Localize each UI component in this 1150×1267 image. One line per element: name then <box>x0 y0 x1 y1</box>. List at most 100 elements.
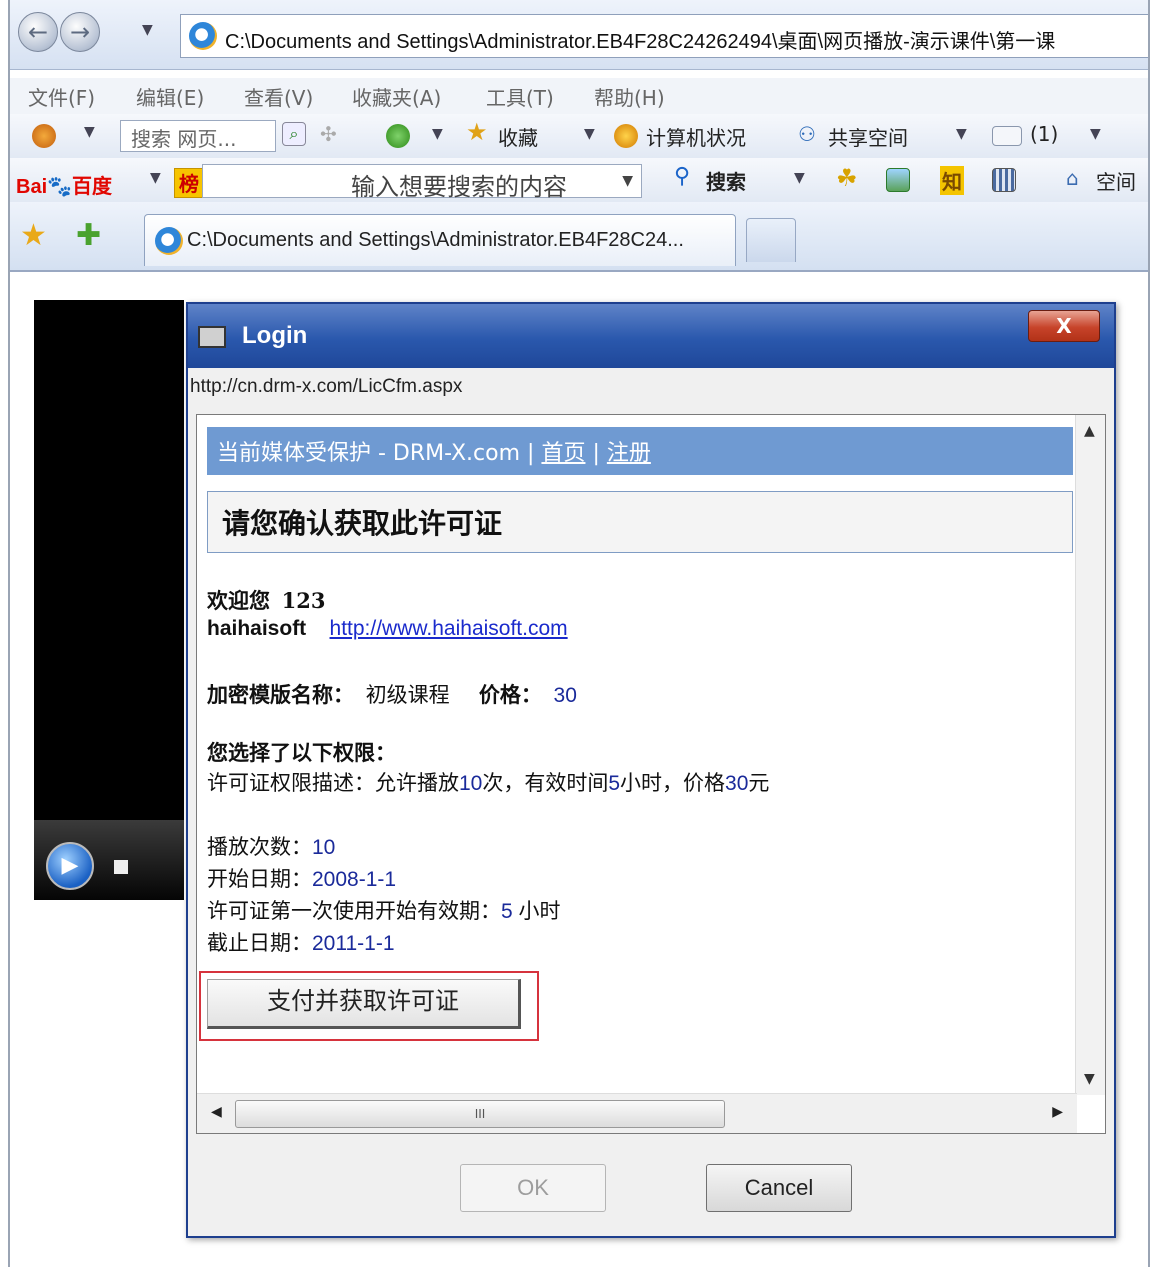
dialog-title: Login <box>242 322 308 349</box>
video-player: ▶ <box>34 300 184 900</box>
mail-dropdown-icon[interactable]: ▼ <box>1090 126 1101 142</box>
image-icon[interactable] <box>886 168 910 192</box>
mail-count: (1) <box>1030 122 1059 146</box>
rights-desc-e: 小时，价格 <box>620 772 726 795</box>
favorites-dropdown-icon[interactable]: ▼ <box>584 126 595 142</box>
page-nav-bar: 当前媒体受保护 - DRM-X.com | 首页 | 注册 <box>207 427 1073 475</box>
favorites-center-icon[interactable]: ★ <box>20 218 47 253</box>
tab-title: C:\Documents and Settings\Administrator.… <box>187 229 684 251</box>
baidu-logo[interactable]: Bai🐾百度 <box>16 170 112 199</box>
home-icon: ⌂ <box>1066 166 1079 190</box>
horizontal-scroll-thumb[interactable]: III <box>235 1100 725 1128</box>
pay-and-get-license-button[interactable]: 支付并获取许可证 <box>207 979 521 1029</box>
back-button[interactable]: ← <box>18 12 58 52</box>
toolbar-row-2: Bai🐾百度 ▼ 榜 输入想要搜索的内容 ▼ ⚲ 搜索 ▼ ☘ 知 ⌂ 空间 <box>10 158 1148 202</box>
search-dropdown-icon[interactable]: ▼ <box>794 170 805 186</box>
rights-desc-d: 5 <box>608 772 621 795</box>
template-name: 初级课程 <box>365 684 450 707</box>
new-tab-button[interactable] <box>746 218 796 262</box>
first-use-line: 许可证第一次使用开始有效期：5 小时 <box>207 895 561 925</box>
add-dropdown-icon[interactable]: ▼ <box>432 126 443 142</box>
baidu-dropdown-icon[interactable]: ▼ <box>150 170 161 186</box>
first-use-label: 许可证第一次使用开始有效期： <box>207 900 501 923</box>
price-value: 30 <box>553 684 577 707</box>
login-dialog: Login X http://cn.drm-x.com/LicCfm.aspx … <box>186 302 1116 1238</box>
nav-register-link[interactable]: 注册 <box>607 441 651 466</box>
template-line: 加密模版名称： 初级课程 价格： 30 <box>207 679 577 709</box>
cancel-button[interactable]: Cancel <box>706 1164 852 1212</box>
dialog-url: http://cn.drm-x.com/LicCfm.aspx <box>190 376 463 397</box>
play-count-line: 播放次数：10 <box>207 831 335 861</box>
toolbar-separator-icon: ✣ <box>320 122 337 146</box>
play-count-label: 播放次数： <box>207 836 312 859</box>
scroll-right-icon[interactable]: ▶ <box>1052 1104 1063 1120</box>
favorites-button[interactable]: 收藏 <box>498 122 538 151</box>
menu-view[interactable]: 查看(V) <box>244 82 313 111</box>
toolbar-logo-icon[interactable] <box>32 124 56 148</box>
baidu-search-input[interactable]: 输入想要搜索的内容 ▼ <box>202 164 642 201</box>
menu-help[interactable]: 帮助(H) <box>594 82 665 111</box>
tab-bar: ★ ✚ C:\Documents and Settings\Administra… <box>10 202 1148 272</box>
web-search-input[interactable]: 搜索 网页... <box>120 120 276 152</box>
magnifier-icon: ⚲ <box>674 164 691 189</box>
pc-status-button[interactable]: 计算机状况 <box>646 122 746 151</box>
video-controls: ▶ <box>34 820 184 900</box>
embedded-page: 当前媒体受保护 - DRM-X.com | 首页 | 注册 请您确认获取此许可证… <box>196 414 1106 1134</box>
shared-space-button[interactable]: 共享空间 <box>828 122 908 151</box>
scroll-up-icon[interactable]: ▲ <box>1084 423 1095 439</box>
forward-button[interactable]: → <box>60 12 100 52</box>
rights-desc-a: 允许播放 <box>375 772 459 795</box>
menu-favorites[interactable]: 收藏夹(A) <box>352 82 441 111</box>
page-nav-separator: | <box>592 441 607 466</box>
play-icon[interactable]: ▶ <box>46 842 94 890</box>
menu-edit[interactable]: 编辑(E) <box>136 82 204 111</box>
tab-ie-icon <box>155 227 183 255</box>
space-button[interactable]: 空间 <box>1096 166 1136 195</box>
ok-button[interactable]: OK <box>460 1164 606 1212</box>
nav-home-link[interactable]: 首页 <box>541 441 585 466</box>
rights-desc-b: 10 <box>459 772 483 795</box>
vertical-scrollbar[interactable]: ▲ ▼ <box>1075 415 1105 1095</box>
end-date-value: 2011-1-1 <box>312 932 395 955</box>
start-date-value: 2008-1-1 <box>312 868 397 891</box>
menu-tools[interactable]: 工具(T) <box>486 82 554 111</box>
search-go-icon[interactable]: ⌕ <box>282 122 306 146</box>
rights-desc-label: 许可证权限描述： <box>207 772 375 795</box>
shared-space-dropdown-icon[interactable]: ▼ <box>956 126 967 142</box>
toolbar-row-1: ▼ 搜索 网页... ⌕ ✣ ▼ ★ 收藏 ▼ 计算机状况 ⚇ 共享空间 ▼ (… <box>10 114 1148 158</box>
browser-window: ← → ▼ C:\Documents and Settings\Administ… <box>8 0 1150 1267</box>
address-text: C:\Documents and Settings\Administrator.… <box>225 31 1056 53</box>
menu-file[interactable]: 文件(F) <box>28 82 95 111</box>
favorites-star-icon: ★ <box>466 118 488 146</box>
history-dropdown-icon[interactable]: ▼ <box>142 22 153 38</box>
baidu-logo-text: Bai <box>16 176 48 198</box>
company-name: haihaisoft <box>207 617 307 640</box>
mail-icon[interactable] <box>992 126 1022 146</box>
stop-icon[interactable] <box>114 860 128 874</box>
tab-current[interactable]: C:\Documents and Settings\Administrator.… <box>144 214 736 266</box>
add-icon[interactable] <box>386 124 410 148</box>
horizontal-scrollbar[interactable]: ◀ III ▶ <box>197 1093 1077 1133</box>
dialog-title-bar[interactable]: Login X <box>188 304 1114 368</box>
close-button[interactable]: X <box>1028 310 1100 342</box>
scroll-left-icon[interactable]: ◀ <box>211 1104 222 1120</box>
page-nav-text: 当前媒体受保护 - DRM-X.com | <box>217 441 542 466</box>
baidu-search-button[interactable]: 搜索 <box>706 166 746 195</box>
add-favorite-icon[interactable]: ✚ <box>76 218 101 253</box>
rights-desc-f: 30 <box>725 772 749 795</box>
video-icon[interactable] <box>992 168 1016 192</box>
tieba-icon[interactable]: ☘ <box>836 164 858 192</box>
first-use-value: 5 <box>501 900 513 923</box>
baidu-logo-cn: 百度 <box>72 176 113 198</box>
baidu-input-dropdown-icon[interactable]: ▼ <box>622 173 633 189</box>
scroll-down-icon[interactable]: ▼ <box>1084 1071 1095 1087</box>
address-bar-row: ← → ▼ C:\Documents and Settings\Administ… <box>10 0 1148 70</box>
baidu-paw-icon: 🐾 <box>47 176 73 198</box>
toolbar-logo-dropdown-icon[interactable]: ▼ <box>84 124 95 140</box>
start-date-line: 开始日期：2008-1-1 <box>207 863 396 893</box>
zhidao-icon[interactable]: 知 <box>940 166 964 195</box>
address-input[interactable]: C:\Documents and Settings\Administrator.… <box>180 14 1148 58</box>
bang-icon[interactable]: 榜 <box>174 168 204 198</box>
company-url-link[interactable]: http://www.haihaisoft.com <box>330 617 568 640</box>
template-label: 加密模版名称： <box>207 682 354 707</box>
